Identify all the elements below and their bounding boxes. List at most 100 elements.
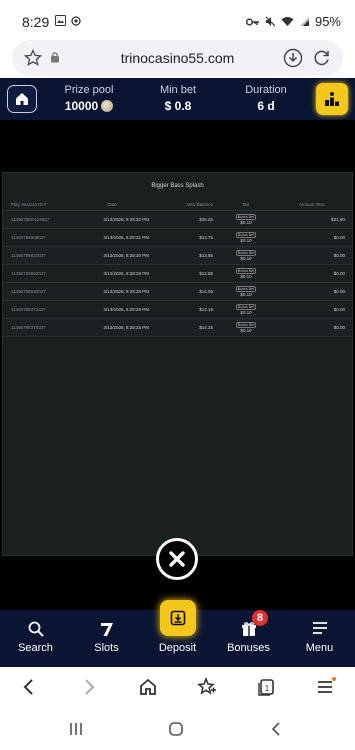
duration-label: Duration <box>245 84 287 96</box>
status-time: 8:29 <box>22 14 50 30</box>
col-bet: Bet <box>242 202 250 207</box>
browser-menu-icon[interactable] <box>316 677 336 697</box>
bet-cell: Bonus Bet $0.10 <box>213 232 279 243</box>
bet-cell: Bonus Bet $0.10 <box>213 250 279 261</box>
android-back-icon[interactable] <box>268 721 284 737</box>
download-box-icon <box>170 610 186 626</box>
bet-value: $0.10 <box>240 292 252 297</box>
android-nav-bar <box>0 710 355 750</box>
col-balance: New Balance <box>186 202 213 207</box>
session-id-cell: 11496798820027 <box>11 253 46 258</box>
browser-toolbar: 1 <box>0 667 355 710</box>
nav-deposit-label: Deposit <box>158 642 197 654</box>
min-bet-label: Min bet <box>159 84 197 96</box>
bet-value: $0.10 <box>240 274 252 279</box>
nav-menu[interactable]: Menu <box>284 610 355 667</box>
balance-cell: $14.15 <box>199 307 213 312</box>
balance-cell: $13.75 <box>199 235 213 240</box>
balance-cell: $13.85 <box>199 253 213 258</box>
table-row: 11496798692027 3/13/2026, 8:28:29 PM $13… <box>3 265 352 283</box>
amount-won-cell: $21.80 <box>331 217 345 222</box>
prize-pool-value: 10000 <box>64 99 99 113</box>
bet-cell: Bonus Bet $0.10 <box>213 286 279 297</box>
balance-cell: $13.95 <box>199 271 213 276</box>
forward-icon[interactable] <box>80 677 98 697</box>
notification-dot-icon <box>71 15 81 26</box>
bet-value: $0.10 <box>240 238 252 243</box>
date-cell: 3/13/2026, 8:28:29 PM <box>103 271 149 276</box>
browser-url-bar: trinocasino55.com <box>0 40 355 78</box>
nav-deposit[interactable]: Deposit <box>142 600 213 667</box>
gallery-icon <box>55 15 66 26</box>
amount-won-cell: $0.00 <box>333 307 345 312</box>
duration-stat: Duration 6 d <box>236 84 296 113</box>
amount-won-cell: $0.00 <box>333 253 345 258</box>
bet-value: $0.10 <box>240 310 252 315</box>
session-id-cell: 11496798370027 <box>11 325 46 330</box>
podium-icon <box>325 92 339 106</box>
recents-icon[interactable] <box>68 721 84 737</box>
table-header: Play Session ID # Date New Balance Bet A… <box>3 199 352 211</box>
session-id-cell: 11496798908027 <box>11 235 46 240</box>
game-area: Bigger Bass Splash Play Session ID # Dat… <box>0 120 355 610</box>
table-row: 11496798820027 3/13/2026, 8:28:30 PM $13… <box>3 247 352 265</box>
col-date: Date <box>107 202 117 207</box>
session-id-cell: 11496798471027 <box>11 307 46 312</box>
nav-menu-label: Menu <box>305 642 334 654</box>
bonuses-count-badge: 8 <box>252 610 268 626</box>
status-bar: 8:29 95% <box>0 0 355 40</box>
bet-cell: Bonus Bet $0.10 <box>213 322 279 333</box>
coin-icon <box>101 100 114 112</box>
casino-bottom-nav: Search Slots Deposit Bonuses 8 Menu <box>0 600 355 667</box>
col-session-id: Play Session ID # <box>11 202 47 207</box>
key-icon <box>245 18 259 25</box>
download-icon[interactable] <box>283 48 303 68</box>
bookmarks-icon[interactable] <box>197 677 217 697</box>
back-icon[interactable] <box>20 677 38 697</box>
nav-slots[interactable]: Slots <box>71 610 142 667</box>
date-cell: 3/13/2026, 8:28:30 PM <box>103 253 149 258</box>
prize-pool-stat: Prize pool 10000 <box>58 84 120 113</box>
nav-search-label: Search <box>18 642 53 654</box>
tabs-icon[interactable]: 1 <box>256 677 276 697</box>
table-row: 11496798630027 3/13/2026, 8:28:28 PM $14… <box>3 283 352 301</box>
reload-icon[interactable] <box>312 48 332 68</box>
balance-cell: $14.05 <box>199 289 213 294</box>
date-cell: 3/13/2026, 8:28:25 PM <box>103 325 149 330</box>
leaderboard-button[interactable] <box>316 83 348 115</box>
bet-value: $0.10 <box>240 328 252 333</box>
nav-slots-label: Slots <box>94 642 119 654</box>
bet-history-panel: Bigger Bass Splash Play Session ID # Dat… <box>2 172 353 556</box>
table-row: 11496798O124027 3/13/2026, 8:28:32 PM $3… <box>3 211 352 229</box>
history-table: Play Session ID # Date New Balance Bet A… <box>3 199 352 337</box>
session-id-cell: 11496798692027 <box>11 271 46 276</box>
tournament-header: Prize pool 10000 Min bet $ 0.8 Duration … <box>0 78 355 120</box>
search-icon <box>28 621 44 637</box>
home-icon[interactable] <box>138 677 158 697</box>
bet-value: $0.10 <box>240 220 252 225</box>
amount-won-cell: $0.00 <box>333 271 345 276</box>
prize-pool-label: Prize pool <box>64 84 114 96</box>
bet-cell: Bonus Bet $0.10 <box>213 214 279 225</box>
nav-bonuses-label: Bonuses <box>227 642 270 654</box>
home-button[interactable] <box>7 85 37 113</box>
seven-icon <box>100 623 113 636</box>
amount-won-cell: $0.00 <box>333 325 345 330</box>
mute-icon <box>265 16 276 27</box>
table-row: 11496798471027 3/13/2026, 8:28:26 PM $14… <box>3 301 352 319</box>
amount-won-cell: $0.00 <box>333 289 345 294</box>
session-id-cell: 11496798630027 <box>11 289 46 294</box>
svg-text:1: 1 <box>265 684 270 693</box>
android-home-icon[interactable] <box>168 721 184 737</box>
date-cell: 3/13/2026, 8:28:28 PM <box>103 289 149 294</box>
history-title: Bigger Bass Splash <box>151 183 204 189</box>
deposit-button[interactable] <box>160 600 196 636</box>
table-body: 11496798O124027 3/13/2026, 8:28:32 PM $3… <box>3 211 352 337</box>
nav-search[interactable]: Search <box>0 610 71 667</box>
date-cell: 3/13/2026, 8:28:26 PM <box>103 307 149 312</box>
table-row: 11496798370027 3/13/2026, 8:28:25 PM $14… <box>3 319 352 337</box>
nav-bonuses[interactable]: Bonuses <box>213 610 284 667</box>
bet-cell: Bonus Bet $0.10 <box>213 268 279 279</box>
close-history-button[interactable] <box>156 538 198 580</box>
address-field[interactable]: trinocasino55.com <box>12 40 343 76</box>
